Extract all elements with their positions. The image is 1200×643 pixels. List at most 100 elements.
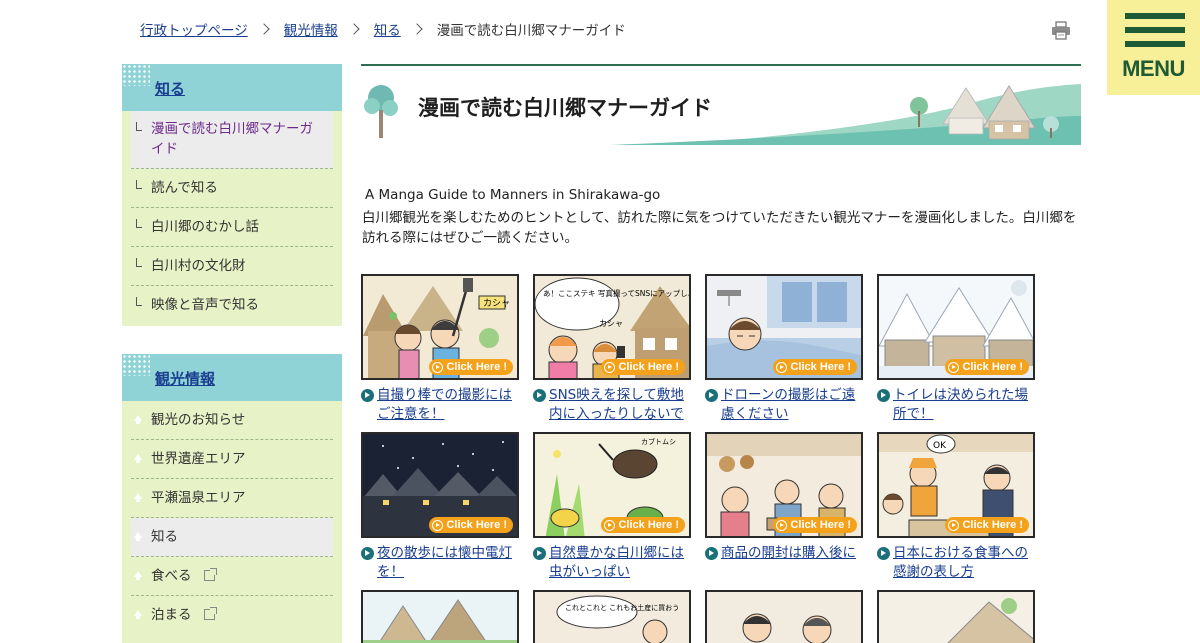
hamburger-icon: [1125, 13, 1185, 19]
people-illustration: [707, 592, 861, 643]
breadcrumb-link-tourism[interactable]: 観光情報: [284, 19, 338, 39]
manga-thumbnail[interactable]: [877, 590, 1035, 643]
manga-caption[interactable]: トイレは決められた場所で！: [877, 386, 1037, 424]
click-here-badge[interactable]: Click Here !: [601, 517, 685, 533]
sidebar-section-know: 知る 漫画で読む白川郷マナーガイド 読んで知る 白川郷のむかし話 白川村の文化財…: [122, 64, 342, 326]
chevron-right-icon: [258, 23, 270, 35]
sidebar-item-label: 映像と音声で知る: [151, 297, 259, 313]
click-here-badge[interactable]: Click Here !: [773, 359, 857, 375]
sidebar-item-manga-guide[interactable]: 漫画で読む白川郷マナーガイド: [131, 111, 333, 169]
manga-caption[interactable]: 日本における食事への感謝の表し方: [877, 544, 1037, 582]
arrow-circle-icon: [604, 519, 616, 531]
manga-card-sns[interactable]: あ！ここステキ 写真撮ってSNSにアップしよ〜 カシャ Click Here !…: [533, 274, 693, 424]
sidebar-item-video-audio[interactable]: 映像と音声で知る: [131, 286, 333, 324]
manga-thumbnail[interactable]: Click Here !: [361, 432, 519, 538]
manga-caption[interactable]: ドローンの撮影はご遠慮ください: [705, 386, 865, 424]
manga-caption[interactable]: 自撮り棒での撮影にはご注意を！: [361, 386, 521, 424]
breadcrumb-link-know[interactable]: 知る: [374, 19, 401, 39]
manga-card-night-walk[interactable]: Click Here ! 夜の散歩には懐中電灯を！: [361, 432, 521, 582]
manga-thumbnail[interactable]: Click Here !: [877, 274, 1035, 380]
sidebar-item-read[interactable]: 読んで知る: [131, 169, 333, 208]
manga-card-row3-3[interactable]: [705, 590, 865, 643]
sidebar-section-title-tourism[interactable]: 観光情報: [155, 368, 215, 389]
manga-thumbnail[interactable]: [705, 590, 863, 643]
click-here-badge[interactable]: Click Here !: [429, 517, 513, 533]
sidebar-item-label[interactable]: 漫画で読む白川郷マナーガイド: [151, 121, 313, 157]
up-arrow-icon: [134, 610, 142, 619]
manga-card-bugs[interactable]: カブトムシ Click Here ! 自然豊かな白川郷には虫がいっぱい: [533, 432, 693, 582]
manga-caption-link[interactable]: 商品の開封は購入後に: [721, 545, 856, 561]
manga-card-meal[interactable]: OK Click Here ! 日本における食事への感謝の表し方: [877, 432, 1037, 582]
manga-card-selfie[interactable]: カシャ Click Here ! 自撮り棒での撮影にはご注意を！: [361, 274, 521, 424]
manga-caption[interactable]: 夜の散歩には懐中電灯を！: [361, 544, 521, 582]
sidebar-item-know[interactable]: 知る: [131, 518, 333, 557]
up-arrow-icon: [134, 415, 142, 424]
arrow-circle-icon: [877, 389, 890, 402]
menu-button[interactable]: MENU: [1107, 0, 1200, 95]
click-here-badge[interactable]: Click Here !: [773, 517, 857, 533]
breadcrumb-link-top[interactable]: 行政トップページ: [140, 19, 248, 39]
manga-sfx-text: カシャ: [599, 319, 623, 328]
manga-thumbnail[interactable]: [361, 590, 519, 643]
manga-thumbnail[interactable]: あ！ここステキ 写真撮ってSNSにアップしよ〜 カシャ Click Here !: [533, 274, 691, 380]
manga-thumbnail[interactable]: カブトムシ Click Here !: [533, 432, 691, 538]
manga-thumbnail[interactable]: OK Click Here !: [877, 432, 1035, 538]
sidebar-item-label: 泊まる: [151, 607, 192, 623]
manga-card-shop[interactable]: Click Here ! 商品の開封は購入後に: [705, 432, 865, 563]
page-title-banner: 漫画で読む白川郷マナーガイド: [361, 64, 1081, 145]
manga-caption[interactable]: SNS映えを探して敷地内に入ったりしないで: [533, 386, 693, 424]
arrow-circle-icon: [705, 389, 718, 402]
sidebar-item-label: 食べる: [151, 568, 192, 584]
manga-caption-link[interactable]: ドローンの撮影はご遠慮ください: [721, 387, 855, 422]
arrow-circle-icon: [705, 547, 718, 560]
sidebar-item-cultural-assets[interactable]: 白川村の文化財: [131, 247, 333, 286]
click-here-badge[interactable]: Click Here !: [945, 359, 1029, 375]
sidebar-section-header: 観光情報: [122, 354, 342, 401]
manga-caption-link[interactable]: 夜の散歩には懐中電灯を！: [377, 545, 512, 580]
manga-card-row3-4[interactable]: [877, 590, 1037, 643]
arrow-circle-icon: [533, 547, 546, 560]
corner-bullet-icon: [136, 122, 142, 131]
manga-thumbnail[interactable]: Click Here !: [705, 432, 863, 538]
sidebar-section-title-know[interactable]: 知る: [155, 78, 185, 99]
click-here-badge[interactable]: Click Here !: [429, 359, 513, 375]
sidebar-item-hirase-onsen[interactable]: 平瀬温泉エリア: [131, 479, 333, 518]
corner-bullet-icon: [136, 180, 142, 189]
manga-card-row3-1[interactable]: [361, 590, 521, 643]
manga-caption-link[interactable]: トイレは決められた場所で！: [893, 387, 1028, 422]
manga-sfx-text: カシャ: [483, 298, 510, 309]
manga-card-toilet[interactable]: Click Here ! トイレは決められた場所で！: [877, 274, 1037, 424]
external-link-icon: [203, 607, 217, 620]
manga-caption-link[interactable]: 自然豊かな白川郷には虫がいっぱい: [549, 545, 684, 580]
manga-caption-link[interactable]: SNS映えを探して敷地内に入ったりしないで: [549, 387, 684, 422]
manga-thumbnail[interactable]: Click Here !: [705, 274, 863, 380]
manga-caption-link[interactable]: 日本における食事への感謝の表し方: [893, 545, 1028, 580]
manga-caption[interactable]: 商品の開封は購入後に: [705, 544, 865, 563]
manga-card-drone[interactable]: Click Here ! ドローンの撮影はご遠慮ください: [705, 274, 865, 424]
up-arrow-icon: [134, 454, 142, 463]
print-icon[interactable]: [1051, 21, 1071, 40]
sidebar-item-heritage-area[interactable]: 世界遺産エリア: [131, 440, 333, 479]
sidebar-item-eat[interactable]: 食べる: [131, 557, 333, 596]
arrow-circle-icon: [776, 519, 788, 531]
click-here-badge[interactable]: Click Here !: [601, 359, 685, 375]
manga-caption-link[interactable]: 自撮り棒での撮影にはご注意を！: [377, 387, 512, 422]
manga-caption[interactable]: 自然豊かな白川郷には虫がいっぱい: [533, 544, 693, 582]
sidebar-item-label: 観光のお知らせ: [151, 412, 246, 428]
arrow-circle-icon: [533, 389, 546, 402]
dot-pattern-decoration: [122, 64, 150, 86]
arrow-circle-icon: [604, 361, 616, 373]
speech-bubble-text: OK: [933, 441, 947, 451]
up-arrow-icon: [134, 571, 142, 580]
click-here-badge[interactable]: Click Here !: [945, 517, 1029, 533]
manga-thumbnail[interactable]: カシャ Click Here !: [361, 274, 519, 380]
sidebar-item-stay[interactable]: 泊まる: [131, 596, 333, 634]
corner-bullet-icon: [136, 219, 142, 228]
page-title: 漫画で読む白川郷マナーガイド: [418, 96, 712, 120]
sidebar-item-folktales[interactable]: 白川郷のむかし話: [131, 208, 333, 247]
speech-bubble-text: あ！ここステキ 写真撮ってSNSにアップしよ〜: [543, 288, 691, 298]
sidebar-item-label: 白川郷のむかし話: [151, 219, 259, 235]
manga-card-row3-2[interactable]: これとこれと これもお土産に買おう: [533, 590, 693, 643]
sidebar-item-news[interactable]: 観光のお知らせ: [131, 401, 333, 440]
manga-thumbnail[interactable]: これとこれと これもお土産に買おう: [533, 590, 691, 643]
